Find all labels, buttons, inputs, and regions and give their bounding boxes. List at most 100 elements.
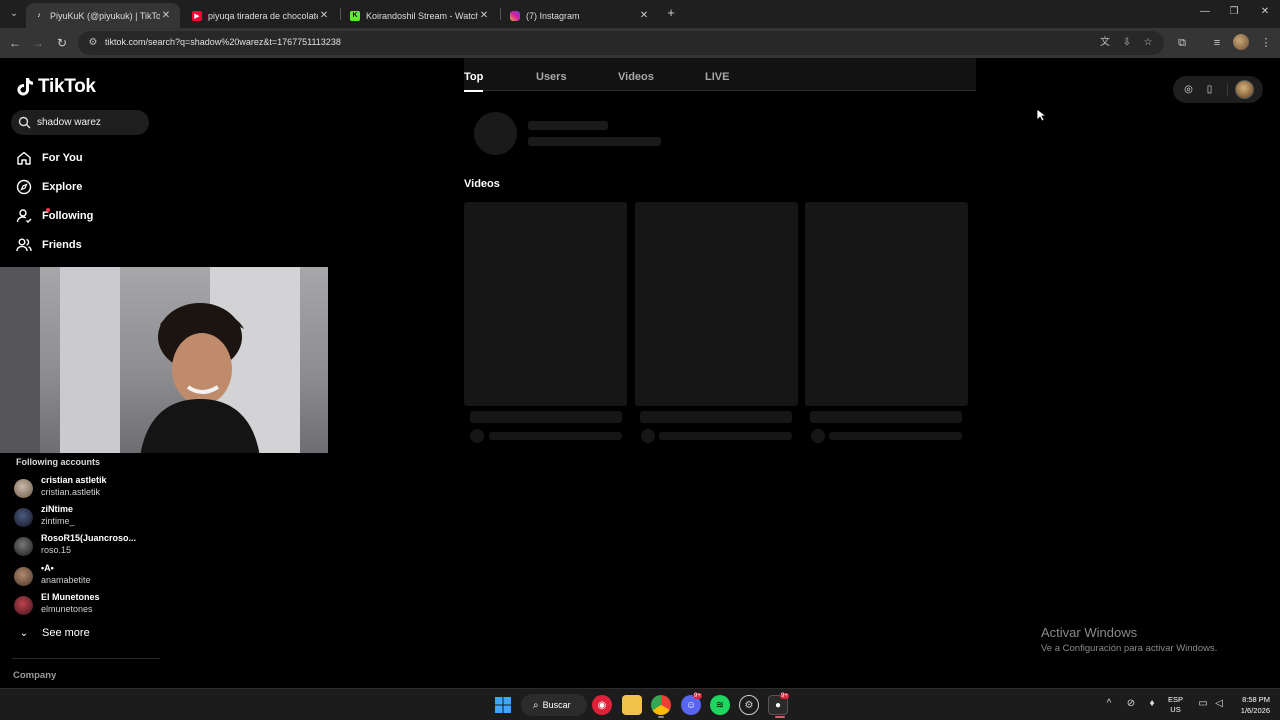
browser-profile-avatar[interactable] (1233, 34, 1249, 50)
user-skeleton-avatar (474, 112, 517, 155)
mobile-app-icon[interactable]: ▯ (1203, 83, 1216, 96)
extensions-icon[interactable]: ⧉ (1174, 35, 1190, 51)
new-tab-button[interactable]: + (664, 6, 678, 20)
browser-tab-youtube[interactable]: ▶ piyuqa tiradera de chocolate - Y ✕ (184, 3, 338, 28)
close-icon[interactable]: ✕ (160, 10, 172, 21)
company-link[interactable]: Company (13, 670, 56, 681)
nav-explore[interactable]: Explore (16, 177, 82, 197)
avatar (14, 479, 33, 498)
nav-following[interactable]: Following (16, 206, 93, 226)
notification-dot (46, 208, 50, 212)
tab-top[interactable]: Top (464, 71, 483, 83)
tiktok-logo-icon (17, 78, 33, 96)
windows-logo-icon (495, 697, 511, 713)
mouse-cursor-icon (1036, 108, 1046, 122)
see-more-label: See more (42, 627, 90, 639)
see-more-button[interactable]: ⌄ See more (16, 627, 90, 639)
search-icon: ⌕ (533, 699, 539, 711)
app-settings-icon[interactable]: ⚙ (739, 695, 759, 715)
address-bar[interactable]: ⚙ tiktok.com/search?q=shadow%20warez&t=1… (78, 31, 1164, 55)
tray-chevron-up-icon[interactable]: ^ (1102, 698, 1116, 709)
account-handle: cristian.astletik (41, 487, 101, 497)
bookmark-star-icon[interactable]: ☆ (1141, 36, 1155, 50)
browser-tab-bar: ⌄ ♪ PiyuKuK (@piyukuk) | TikTok ✕ ▶ piyu… (0, 0, 1280, 28)
compass-icon (16, 179, 32, 195)
camera-off-icon[interactable]: ⊘ (1124, 698, 1138, 709)
windows-activation-watermark: Activar Windows Ve a Configuración para … (1041, 625, 1217, 654)
youtube-icon: ▶ (192, 10, 202, 21)
close-icon[interactable]: ✕ (318, 10, 330, 21)
app-record-icon[interactable]: ◉ (592, 695, 612, 715)
reload-icon[interactable]: ↻ (54, 35, 70, 51)
webcam-background-door (60, 267, 120, 453)
microphone-icon[interactable]: ♦ (1145, 698, 1159, 709)
search-tabs: Top Users Videos LIVE (464, 58, 976, 92)
tab-live[interactable]: LIVE (705, 71, 729, 83)
home-icon (17, 151, 31, 165)
clock-time: 8:58 PM (1242, 695, 1270, 704)
search-input[interactable]: shadow warez (11, 110, 149, 135)
browser-tab-tiktok[interactable]: ♪ PiyuKuK (@piyukuk) | TikTok ✕ (26, 3, 180, 28)
user-skeleton-line (528, 121, 608, 130)
tiktok-logo[interactable]: TikTok (16, 76, 96, 98)
spotify-icon[interactable]: ≋ (710, 695, 730, 715)
account-name: cristian astletik (41, 475, 107, 485)
browser-tab-instagram[interactable]: (7) Instagram ✕ (502, 3, 658, 28)
forward-icon[interactable]: → (30, 35, 46, 51)
top-right-actions: ◎ ▯ (1173, 76, 1263, 103)
nav-for-you[interactable]: For You (16, 148, 83, 168)
windows-start-icon[interactable] (493, 695, 513, 715)
video-skeleton-caption (640, 411, 792, 423)
tiktok-page: TikTok shadow warez For You Explore Foll… (0, 58, 1280, 688)
video-skeleton-avatar (641, 429, 655, 443)
webcam-background-wall (0, 267, 40, 453)
translate-icon[interactable]: 文 (1098, 36, 1112, 50)
videos-heading: Videos (464, 178, 500, 190)
search-value: shadow warez (37, 117, 101, 128)
media-control-icon[interactable]: ≡ (1209, 35, 1225, 51)
back-icon[interactable]: ← (7, 35, 23, 51)
nav-label: For You (42, 152, 83, 164)
network-icon[interactable]: ▭ (1196, 698, 1210, 709)
url-text[interactable]: tiktok.com/search?q=shadow%20warez&t=176… (105, 37, 341, 47)
nav-label: Following (42, 210, 94, 222)
tab-users[interactable]: Users (536, 71, 567, 83)
user-skeleton-line (528, 137, 661, 146)
browser-tab-kick[interactable]: K Koirandoshil Stream - Watch Li ✕ (342, 3, 498, 28)
language-indicator[interactable]: ESP US (1168, 695, 1183, 715)
menu-kebab-icon[interactable]: ⋮ (1258, 35, 1274, 51)
tiktok-logo-text: TikTok (38, 76, 96, 97)
volume-icon[interactable]: ◁ (1212, 698, 1226, 709)
tab-search-icon[interactable]: ⌄ (6, 6, 22, 22)
account-handle: elmunetones (41, 604, 93, 614)
video-skeleton-author (659, 432, 792, 440)
file-explorer-icon[interactable] (622, 695, 642, 715)
video-skeleton-caption (810, 411, 962, 423)
close-icon[interactable]: ✕ (478, 10, 490, 21)
tab-title: Koirandoshil Stream - Watch Li (366, 10, 478, 21)
taskbar-clock[interactable]: 8:58 PM 1/6/2026 (1228, 694, 1270, 716)
tab-separator (340, 8, 341, 20)
restore-icon[interactable]: ❐ (1227, 6, 1241, 17)
webcam-person (140, 303, 260, 453)
site-info-icon[interactable]: ⚙ (86, 36, 100, 50)
avatar (14, 508, 33, 527)
watermark-title: Activar Windows (1041, 625, 1138, 640)
nav-friends[interactable]: Friends (16, 235, 82, 255)
close-icon[interactable]: ✕ (638, 10, 650, 21)
active-tab-underline (464, 90, 483, 92)
video-skeleton-author (489, 432, 622, 440)
minimize-icon[interactable]: — (1198, 6, 1212, 17)
avatar (14, 567, 33, 586)
video-skeleton-card (805, 202, 968, 406)
window-close-icon[interactable]: ✕ (1258, 6, 1272, 17)
install-app-icon[interactable]: ⇩ (1120, 36, 1134, 50)
user-avatar[interactable] (1235, 80, 1254, 99)
taskbar-search[interactable]: ⌕ Buscar (521, 694, 587, 716)
tab-videos[interactable]: Videos (618, 71, 654, 83)
watermark-subtitle: Ve a Configuración para activar Windows. (1041, 643, 1218, 654)
coin-icon[interactable]: ◎ (1182, 83, 1195, 96)
account-name: RosoR15(Juancroso... (41, 533, 137, 543)
clock-date: 1/6/2026 (1240, 706, 1270, 715)
chrome-icon[interactable] (651, 695, 671, 715)
